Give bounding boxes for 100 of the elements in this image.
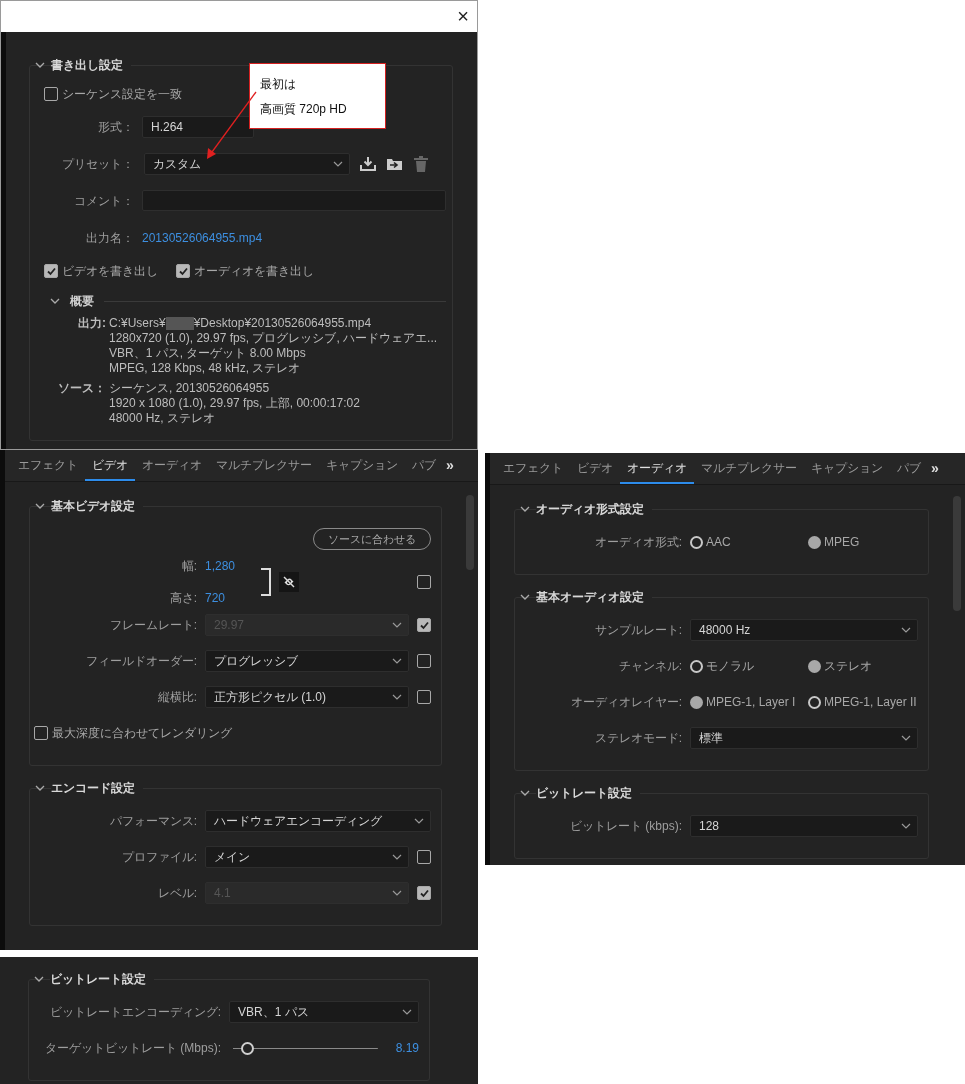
chevron-icon xyxy=(520,789,530,797)
summary-line: シーケンス, 20130526064955 xyxy=(109,381,271,396)
caret-icon xyxy=(414,818,424,824)
chevron-icon xyxy=(50,297,60,305)
dropdown[interactable]: カスタム xyxy=(144,152,350,175)
field-label: チャンネル: xyxy=(617,658,682,675)
summary-line: 1280x720 (1.0), 29.97 fps, プログレッシブ, ハードウェアエ... xyxy=(109,331,438,346)
field-label: パフォーマンス: xyxy=(108,813,197,830)
section-title: ビットレート設定 xyxy=(536,784,640,802)
checkbox[interactable] xyxy=(417,575,431,589)
link-bracket xyxy=(261,568,271,596)
chevron-icon xyxy=(520,505,530,513)
unlink-button[interactable] xyxy=(279,572,299,592)
tab[interactable]: パブ xyxy=(890,453,928,484)
dimension-value[interactable]: 720 xyxy=(205,589,253,607)
dropdown[interactable]: VBR、1 パス xyxy=(229,1001,419,1023)
radio-button[interactable]: AAC xyxy=(690,533,800,551)
checkbox[interactable] xyxy=(417,654,431,668)
dropdown[interactable]: 標準 xyxy=(690,727,918,749)
chevron-icon xyxy=(35,61,45,69)
summary-label: ソース： xyxy=(57,381,106,397)
field-label: サンプルレート: xyxy=(593,622,682,639)
field-label: ビットレート (kbps): xyxy=(569,818,682,835)
dropdown[interactable]: 48000 Hz xyxy=(690,619,918,641)
overflow-button[interactable]: » xyxy=(443,450,457,481)
check-icon xyxy=(418,620,430,630)
tab[interactable]: オーディオ xyxy=(620,453,694,484)
annotation-text: 高画質 720p HD xyxy=(260,101,348,118)
radio-button[interactable]: ステレオ xyxy=(808,657,918,675)
summary-line: 48000 Hz, ステレオ xyxy=(109,411,217,426)
tab[interactable]: エフェクト xyxy=(496,453,570,484)
tab[interactable]: ビデオ xyxy=(570,453,620,484)
path-text: ¥Desktop¥20130526064955.mp4 xyxy=(193,316,372,330)
dimension-value[interactable]: 1,280 xyxy=(205,557,253,575)
dropdown[interactable]: H.264 xyxy=(142,115,254,138)
checkbox[interactable] xyxy=(417,690,431,704)
summary-line: VBR、1 パス, ターゲット 8.00 Mbps xyxy=(109,346,307,361)
dropdown[interactable]: 128 xyxy=(690,815,918,837)
summary-line: 1920 x 1080 (1.0), 29.97 fps, 上部, 00:00:17:02 xyxy=(109,396,360,411)
caret-icon xyxy=(392,890,402,896)
dropdown[interactable]: 正方形ピクセル (1.0) xyxy=(205,686,409,708)
download-icon xyxy=(360,156,376,171)
tab[interactable]: オーディオ xyxy=(135,450,209,481)
tab[interactable]: マルチプレクサー xyxy=(694,453,804,484)
checkbox[interactable]: オーディオを書き出し xyxy=(176,262,314,280)
section-title: 基本ビデオ設定 xyxy=(51,497,143,515)
redacted-block xyxy=(165,317,194,331)
dropdown[interactable]: メイン xyxy=(205,846,409,868)
radio-button[interactable]: MPEG xyxy=(808,533,918,551)
tab[interactable]: キャプション xyxy=(804,453,890,484)
section-title: オーディオ形式設定 xyxy=(536,500,652,518)
field-label: プロファイル: xyxy=(120,849,197,866)
caret-icon xyxy=(392,622,402,628)
field-label: オーディオレイヤー: xyxy=(569,694,682,711)
field-label: ビットレートエンコーディング: xyxy=(48,1004,221,1021)
field-label: 形式： xyxy=(97,118,134,136)
radio-button[interactable]: MPEG-1, Layer I xyxy=(690,693,800,711)
field-label: 幅: xyxy=(180,558,197,575)
overflow-button[interactable]: » xyxy=(928,453,942,484)
trash-icon xyxy=(413,155,429,172)
caret-icon xyxy=(392,658,402,664)
chevron-icon xyxy=(35,502,45,510)
tab[interactable]: マルチプレクサー xyxy=(209,450,319,481)
field-label: 縦横比: xyxy=(156,689,197,706)
check-icon xyxy=(45,266,57,276)
radio-button[interactable]: モノラル xyxy=(690,657,800,675)
slider-thumb[interactable] xyxy=(241,1041,255,1055)
section-title: 基本オーディオ設定 xyxy=(536,588,652,606)
checkbox[interactable] xyxy=(417,850,431,864)
tab[interactable]: パブ xyxy=(405,450,443,481)
section-title: 概要 xyxy=(70,293,94,310)
checkbox[interactable]: ビデオを書き出し xyxy=(44,262,158,280)
field-label: 出力名： xyxy=(85,229,134,247)
output-file-link[interactable]: 20130526064955.mp4 xyxy=(142,228,263,247)
section-title: エンコード設定 xyxy=(51,779,143,797)
field-label: フレームレート: xyxy=(108,617,197,634)
section-title: 書き出し設定 xyxy=(51,56,131,74)
tab[interactable]: ビデオ xyxy=(85,450,135,481)
field-label: オーディオ形式: xyxy=(593,534,682,551)
chevron-icon xyxy=(34,975,44,983)
chevron-icon xyxy=(520,593,530,601)
section-title: ビットレート設定 xyxy=(50,970,154,988)
path-text: C:¥Users¥ xyxy=(109,316,166,330)
slider-value[interactable]: 8.19 xyxy=(395,1039,419,1057)
tab[interactable]: エフェクト xyxy=(11,450,85,481)
field-label: フィールドオーダー: xyxy=(84,653,197,670)
dropdown[interactable]: ハードウェアエンコーディング xyxy=(205,810,431,832)
close-button[interactable]: × xyxy=(449,1,477,32)
caret-icon xyxy=(901,735,911,741)
caret-icon xyxy=(901,627,911,633)
folder-arrow-icon xyxy=(386,156,403,171)
caret-icon xyxy=(402,1009,412,1015)
checkbox[interactable]: 最大深度に合わせてレンダリング xyxy=(34,724,232,742)
radio-button[interactable]: MPEG-1, Layer II xyxy=(808,693,918,711)
tab[interactable]: キャプション xyxy=(319,450,405,481)
caret-icon xyxy=(392,854,402,860)
dropdown[interactable]: プログレッシブ xyxy=(205,650,409,672)
check-icon xyxy=(177,266,189,276)
chevron-icon xyxy=(35,784,45,792)
checkbox[interactable]: シーケンス設定を一致 xyxy=(44,85,182,103)
